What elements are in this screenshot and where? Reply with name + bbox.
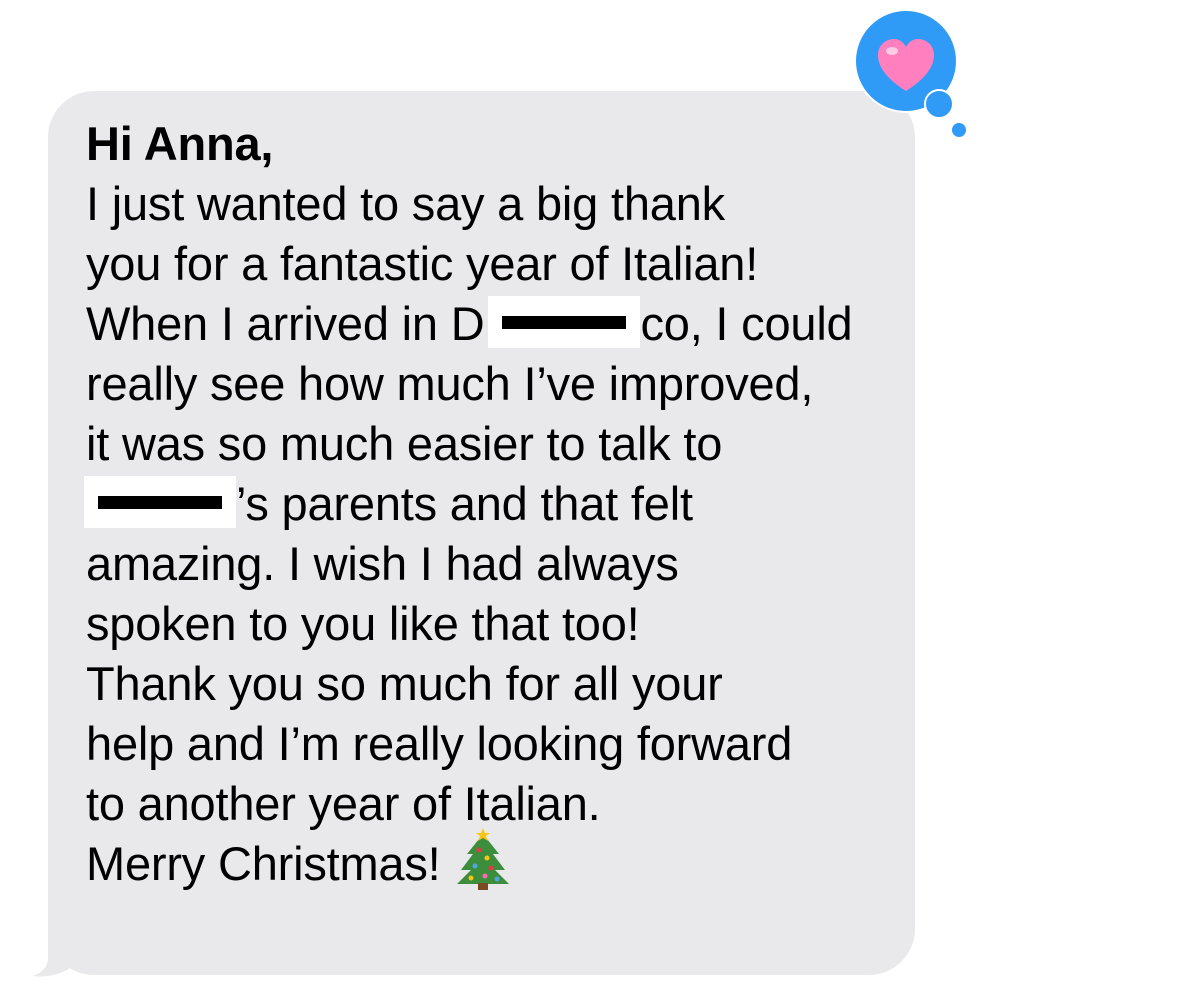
redaction-bar <box>98 496 222 509</box>
message-line: spoken to you like that too! <box>86 597 640 650</box>
message-line: to another year of Italian. <box>86 777 601 830</box>
message-line: amazing. I wish I had always <box>86 537 679 590</box>
message-line-segment: When I arrived in D <box>86 297 485 350</box>
message-line: I just wanted to say a big thank <box>86 177 725 230</box>
message-line-segment: co, I could <box>640 297 853 350</box>
message-line-segment: ’s parents and that felt <box>236 477 693 530</box>
redaction-box <box>488 296 641 348</box>
message-line: help and I’m really looking forward <box>86 717 793 770</box>
message-text: Hi Anna, I just wanted to say a big than… <box>84 114 896 894</box>
message-line-segment: Merry Christmas! <box>86 837 441 890</box>
message-greeting: Hi Anna, <box>86 117 274 170</box>
redaction-box <box>84 476 236 528</box>
message-line: you for a fantastic year of Italian! <box>86 237 759 290</box>
message-thread: Hi Anna, I just wanted to say a big than… <box>0 0 1179 1003</box>
message-line: When I arrived in D co, I could <box>86 294 896 354</box>
christmas-tree-icon <box>456 828 509 890</box>
message-line: it was so much easier to talk to <box>86 417 723 470</box>
message-line: really see how much I’ve improved, <box>86 357 814 410</box>
message-line: Thank you so much for all your <box>86 657 723 710</box>
message-line: ’s parents and that felt <box>84 474 896 534</box>
tapback-reaction[interactable] <box>854 9 966 139</box>
message-line: Merry Christmas! <box>86 828 896 894</box>
redaction-bar <box>502 316 627 329</box>
